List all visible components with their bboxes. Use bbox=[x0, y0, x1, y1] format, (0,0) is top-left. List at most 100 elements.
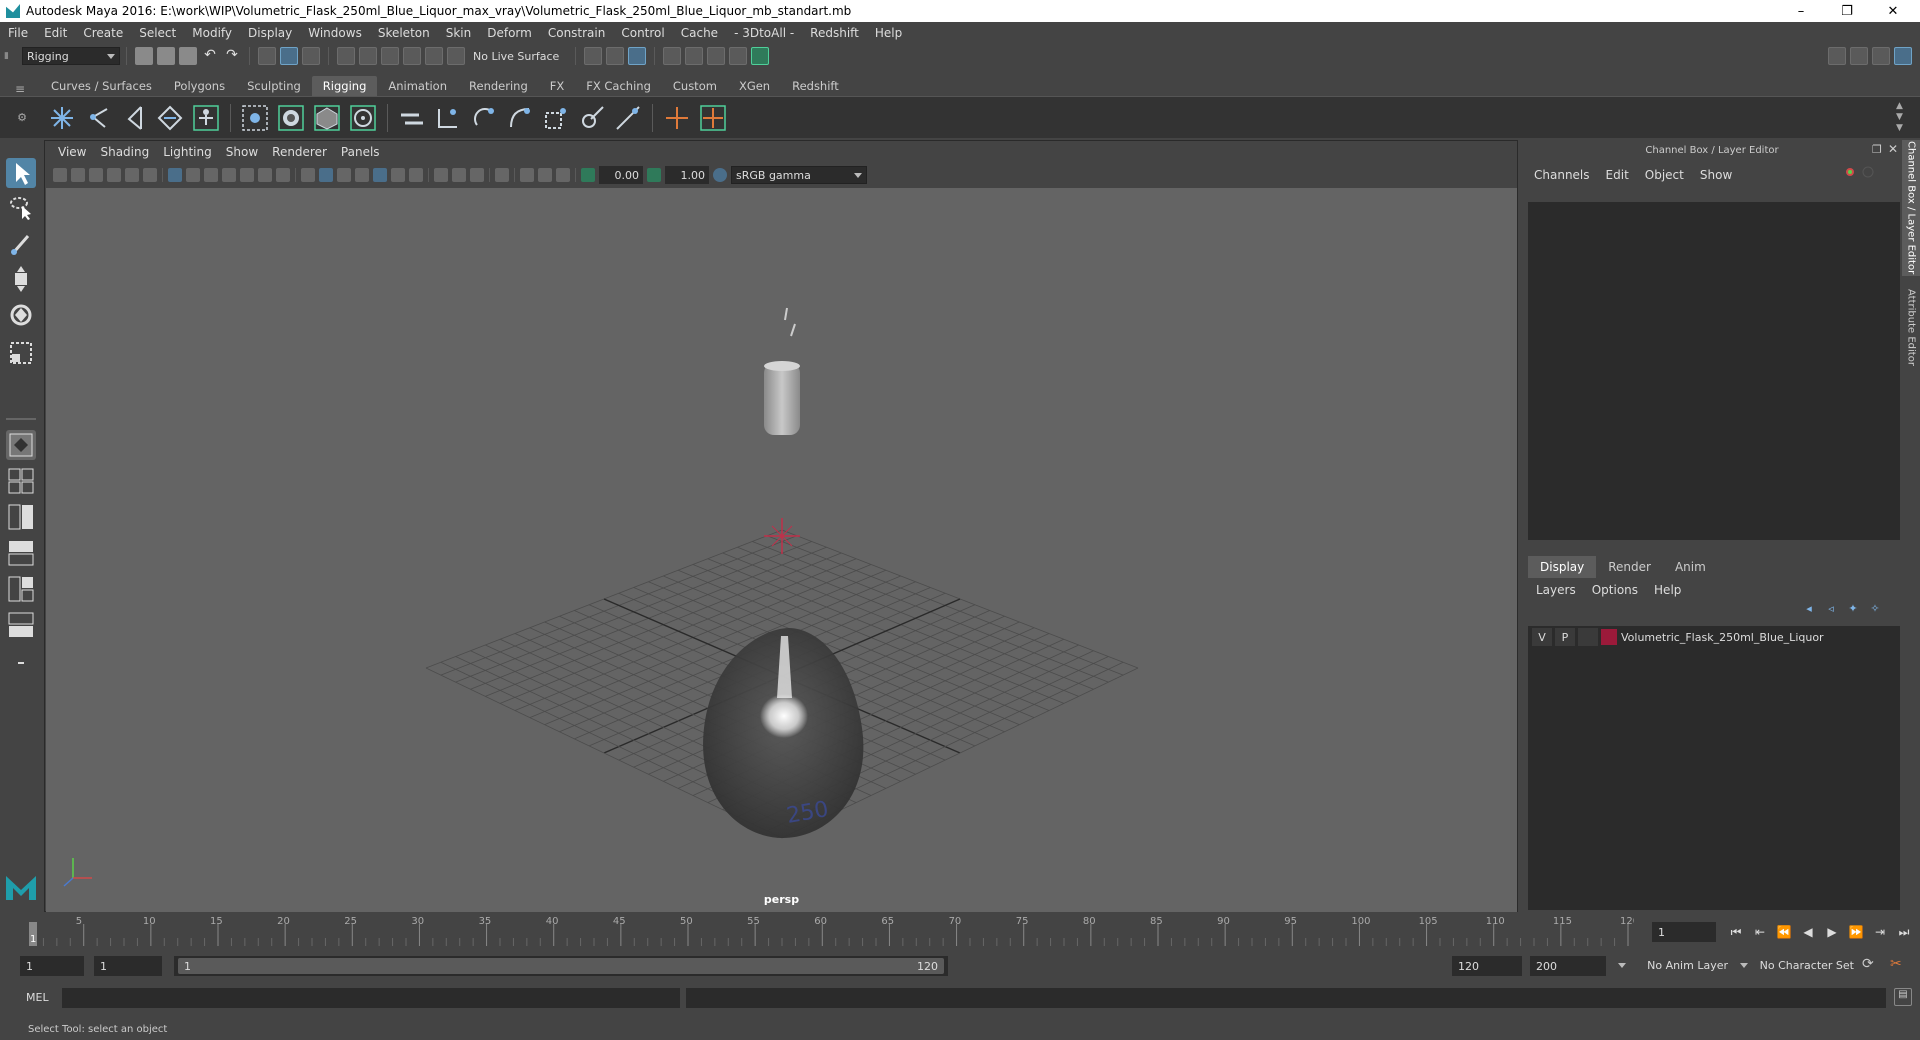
tab-fx[interactable]: FX bbox=[538, 76, 576, 96]
shadows-icon[interactable] bbox=[409, 168, 423, 182]
exposure-icon[interactable] bbox=[581, 168, 595, 182]
vp-menu-view[interactable]: View bbox=[51, 145, 93, 159]
paint-skin-weights-icon[interactable] bbox=[312, 103, 342, 133]
menu-constrain[interactable]: Constrain bbox=[540, 26, 614, 40]
select-hierarchy-icon[interactable] bbox=[258, 47, 276, 65]
step-forward-frame-button[interactable]: ⏩ bbox=[1846, 922, 1866, 942]
joint-tool-icon[interactable] bbox=[47, 103, 77, 133]
render-view-icon[interactable] bbox=[707, 47, 725, 65]
3d-viewport[interactable]: 250 persp bbox=[46, 188, 1517, 912]
tab-sculpting[interactable]: Sculpting bbox=[236, 76, 312, 96]
menu-control[interactable]: Control bbox=[613, 26, 672, 40]
create-layer-from-selected-icon[interactable]: ✧ bbox=[1866, 602, 1884, 620]
shelf-scroll-icon[interactable]: ▲ ▼ ▼ bbox=[1896, 101, 1903, 134]
redshift-render-icon[interactable] bbox=[751, 47, 769, 65]
select-tool[interactable] bbox=[6, 158, 36, 188]
shelf-settings-icon[interactable]: ⚙ bbox=[0, 111, 44, 124]
tab-anim[interactable]: Anim bbox=[1663, 556, 1718, 578]
vp-menu-show[interactable]: Show bbox=[219, 145, 265, 159]
smooth-shade-icon[interactable] bbox=[319, 168, 333, 182]
cb-menu-object[interactable]: Object bbox=[1637, 168, 1692, 182]
menu-cache[interactable]: Cache bbox=[673, 26, 726, 40]
insert-joint-icon[interactable] bbox=[155, 103, 185, 133]
menu-3dtoall[interactable]: - 3DtoAll - bbox=[726, 26, 802, 40]
orient-constraint-icon[interactable] bbox=[469, 103, 499, 133]
time-ruler[interactable]: 5 10 15 20 25 30 35 40 45 50 55 60 65 70 75 80 85 90 95 100… bbox=[26, 914, 1634, 946]
menu-create[interactable]: Create bbox=[75, 26, 131, 40]
gamma-icon[interactable] bbox=[647, 168, 661, 182]
new-scene-icon[interactable] bbox=[135, 47, 153, 65]
gamma-field[interactable]: 1.00 bbox=[665, 166, 709, 184]
persp-graph-layout[interactable] bbox=[6, 538, 36, 568]
move-layer-down-icon[interactable]: ◃ bbox=[1822, 602, 1840, 620]
default-material-icon[interactable] bbox=[337, 168, 351, 182]
outliner-persp-layout[interactable] bbox=[6, 610, 36, 640]
le-menu-layers[interactable]: Layers bbox=[1528, 583, 1584, 597]
redo-icon[interactable]: ↷ bbox=[223, 47, 241, 65]
command-input[interactable] bbox=[62, 988, 680, 1008]
play-backwards-button[interactable]: ◀ bbox=[1798, 922, 1818, 942]
anim-layer-dropdown[interactable]: No Anim Layer bbox=[1614, 956, 1732, 974]
menu-modify[interactable]: Modify bbox=[184, 26, 240, 40]
layer-visibility-toggle[interactable]: V bbox=[1532, 628, 1552, 646]
open-scene-icon[interactable] bbox=[157, 47, 175, 65]
menu-help[interactable]: Help bbox=[867, 26, 910, 40]
layer-row[interactable]: V P Volumetric_Flask_250ml_Blue_Liquor bbox=[1528, 626, 1900, 648]
camera-select-icon[interactable] bbox=[53, 168, 67, 182]
tab-rigging[interactable]: Rigging bbox=[311, 76, 378, 96]
anti-aliasing-icon[interactable] bbox=[470, 168, 484, 182]
resolution-gate-icon[interactable] bbox=[204, 168, 218, 182]
wireframe-on-shaded-icon[interactable] bbox=[355, 168, 369, 182]
tab-channel-box-layer-editor[interactable]: Channel Box / Layer Editor bbox=[1902, 140, 1920, 276]
paint-select-tool[interactable] bbox=[6, 228, 36, 258]
pole-vector-icon[interactable] bbox=[577, 103, 607, 133]
ipr-render-icon[interactable] bbox=[628, 47, 646, 65]
render-setup-icon[interactable] bbox=[729, 47, 747, 65]
script-language-label[interactable]: MEL bbox=[26, 991, 49, 1004]
gate-mask-icon[interactable] bbox=[222, 168, 236, 182]
layer-color-swatch[interactable] bbox=[1601, 629, 1617, 645]
time-slider[interactable]: 5 10 15 20 25 30 35 40 45 50 55 60 65 70 75 80 85 90 95 100… bbox=[26, 914, 1634, 946]
undo-icon[interactable]: ↶ bbox=[201, 47, 219, 65]
step-back-frame-button[interactable]: ⏪ bbox=[1774, 922, 1794, 942]
ik-spline-icon[interactable] bbox=[119, 103, 149, 133]
safe-action-icon[interactable] bbox=[258, 168, 272, 182]
tab-redshift[interactable]: Redshift bbox=[781, 76, 850, 96]
step-forward-key-button[interactable]: ⇥ bbox=[1870, 922, 1890, 942]
interactive-bind-icon[interactable] bbox=[276, 103, 306, 133]
menuset-dropdown[interactable]: Rigging bbox=[22, 47, 120, 65]
humanik-icon[interactable] bbox=[191, 103, 221, 133]
animation-preferences-icon[interactable]: ✂ bbox=[1890, 956, 1902, 972]
menu-redshift[interactable]: Redshift bbox=[802, 26, 867, 40]
four-view-layout[interactable] bbox=[6, 466, 36, 496]
hypershade-icon[interactable] bbox=[685, 47, 703, 65]
character-set-dropdown[interactable]: No Character Set bbox=[1736, 956, 1858, 974]
le-menu-help[interactable]: Help bbox=[1646, 583, 1689, 597]
play-forwards-button[interactable]: ▶ bbox=[1822, 922, 1842, 942]
save-scene-icon[interactable] bbox=[179, 47, 197, 65]
minimize-button[interactable]: – bbox=[1778, 0, 1824, 22]
cluster-icon[interactable] bbox=[698, 103, 728, 133]
locator-icon[interactable] bbox=[662, 103, 692, 133]
skin-cluster-icon[interactable] bbox=[348, 103, 378, 133]
image-plane-icon[interactable] bbox=[107, 168, 121, 182]
use-all-lights-icon[interactable] bbox=[391, 168, 405, 182]
field-chart-icon[interactable] bbox=[240, 168, 254, 182]
2d-pan-zoom-icon[interactable] bbox=[125, 168, 139, 182]
tab-custom[interactable]: Custom bbox=[661, 76, 728, 96]
wireframe-icon[interactable] bbox=[301, 168, 315, 182]
float-panel-icon[interactable]: ❐ bbox=[1872, 143, 1882, 156]
tab-attribute-editor[interactable]: Attribute Editor bbox=[1902, 282, 1920, 372]
layer-playback-toggle[interactable]: P bbox=[1555, 628, 1575, 646]
color-management-icon[interactable] bbox=[713, 168, 727, 182]
tab-display[interactable]: Display bbox=[1528, 556, 1597, 578]
cb-menu-channels[interactable]: Channels bbox=[1526, 168, 1598, 182]
ik-handle-icon[interactable] bbox=[83, 103, 113, 133]
menu-select[interactable]: Select bbox=[131, 26, 184, 40]
layer-display-type-toggle[interactable] bbox=[1578, 628, 1598, 646]
tab-render[interactable]: Render bbox=[1596, 556, 1663, 578]
screen-space-ao-icon[interactable] bbox=[434, 168, 448, 182]
view-transform-dropdown[interactable]: sRGB gamma bbox=[731, 166, 867, 184]
scene-canvas[interactable]: 250 bbox=[46, 188, 1517, 912]
shelf-menu-icon[interactable]: ≡ bbox=[0, 82, 40, 96]
